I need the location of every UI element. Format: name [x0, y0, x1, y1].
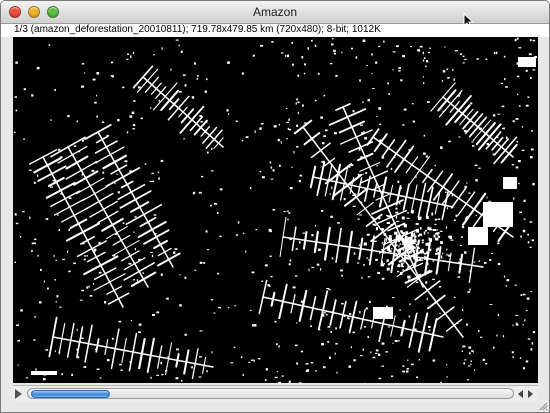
slice-slider-track[interactable] [27, 388, 514, 399]
play-icon[interactable] [15, 389, 22, 399]
slice-slider-thumb[interactable] [31, 390, 110, 398]
resize-grip-icon[interactable] [538, 401, 548, 411]
image-window: Amazon 1/3 (amazon_deforestation_2001081… [0, 0, 550, 413]
title-bar[interactable]: Amazon [1, 1, 549, 29]
image-canvas[interactable] [13, 37, 538, 383]
slice-slider-bar [13, 385, 538, 402]
satellite-image [14, 37, 537, 383]
slice-previous-icon[interactable] [518, 390, 523, 398]
image-info-line: 1/3 (amazon_deforestation_20010811); 719… [1, 24, 549, 37]
slice-next-icon[interactable] [528, 390, 533, 398]
